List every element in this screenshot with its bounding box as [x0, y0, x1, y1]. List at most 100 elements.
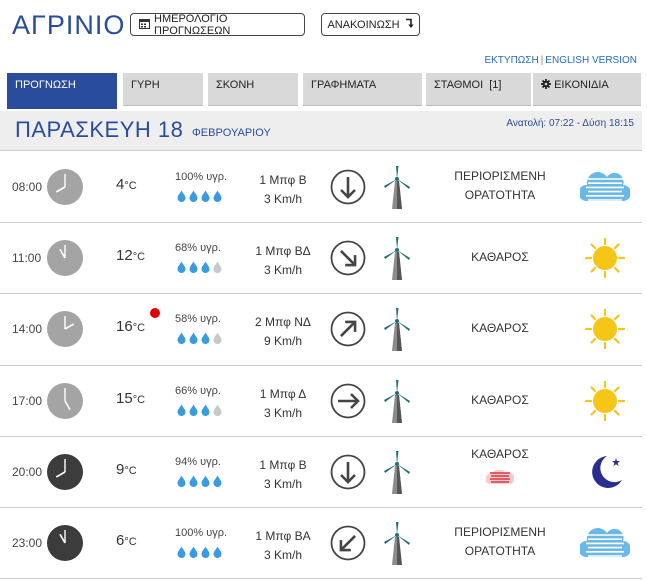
- tab-bar: ΠΡΟΓΝΩΣΗ ΓΥΡΗ ΣΚΟΝΗ ΓΡΑΦΗΜΑΤΑ ΣΤΑΘΜΟΙ [1…: [0, 73, 647, 109]
- wind-info: 1 Μπφ ΒΑ 3 Km/h: [248, 527, 318, 565]
- humidity-drop-icon: [213, 260, 222, 278]
- fog-icon: [578, 523, 631, 563]
- clock-icon: [47, 169, 83, 205]
- humidity: 58% υγρ.: [175, 313, 221, 326]
- clock-icon: [47, 382, 83, 419]
- humidity-drop-icon: [189, 260, 198, 278]
- forecast-time: 20:00: [12, 464, 43, 479]
- wind-beaufort: 2 Μπφ ΝΔ: [255, 315, 311, 330]
- temperature: 15°C: [116, 389, 146, 407]
- announcement-button[interactable]: ΑΝΑΚΟΙΝΩΣΗ: [321, 13, 420, 36]
- wind-beaufort: 1 Μπφ Β: [259, 173, 307, 187]
- city-title: ΑΓΡΙΝΙΟ: [12, 10, 126, 40]
- humidity: 100% υγρ.: [175, 526, 228, 539]
- clock-icon: [47, 524, 83, 561]
- clock-icon: [47, 453, 83, 490]
- condition-text: ΚΑΘΑΡΟΣ: [445, 319, 555, 338]
- day-header: ΠΑΡΑΣΚΕΥΗ 18 ΦΕΒΡΟΥΑΡΙΟΥ Ανατολή: 07:22 …: [0, 111, 642, 151]
- forecast-calendar-button[interactable]: ΗΜΕΡΟΛΟΓΙΟ ΠΡΟΓΝΩΣΕΩΝ: [130, 13, 305, 37]
- day-title: ΠΑΡΑΣΚΕΥΗ 18: [15, 117, 184, 142]
- humidity-drop-icon: [189, 403, 198, 421]
- sun-icon: [580, 380, 630, 421]
- tab-pollen[interactable]: ΓΥΡΗ: [123, 73, 203, 106]
- humidity-drop-icon: [177, 189, 186, 207]
- humidity-drop-icon: [177, 331, 186, 349]
- wind-speed: 3 Km/h: [263, 405, 302, 420]
- wind-speed: 9 Km/h: [263, 334, 302, 349]
- tab-forecast-label: ΠΡΟΓΝΩΣΗ: [15, 79, 76, 91]
- wind-speed: 3 Km/h: [263, 476, 302, 491]
- humidity-drop-icon: [177, 545, 186, 563]
- humidity-drop-icon: [189, 189, 198, 207]
- forecast-time: 23:00: [12, 535, 43, 550]
- forecast-row: 17:00 15°C 66% υγρ. 1 Μπφ Δ 3 Km/h ΚΑΘΑΡΟ…: [0, 366, 642, 437]
- haze-icon: [445, 469, 555, 492]
- wind-direction-arrow-icon: [330, 240, 366, 276]
- humidity: 94% υγρ.: [175, 455, 221, 468]
- humidity: 68% υγρ.: [175, 242, 221, 255]
- turn-arrow-icon: [404, 18, 414, 32]
- humidity-drop-icon: [177, 260, 186, 278]
- day-month: ΦΕΒΡΟΥΑΡΙΟΥ: [192, 127, 271, 139]
- condition-line: ΟΡΑΤΟΤΗΤΑ: [464, 188, 536, 202]
- tab-stations-label: ΣΤΑΘΜΟΙ [1]: [434, 79, 502, 91]
- wind-turbine-icon: [380, 450, 414, 496]
- moon-icon: [580, 452, 630, 492]
- humidity-drop-icon: [213, 331, 222, 349]
- forecast-list: 08:00 4°C 100% υγρ. 1 Μπφ Β 3 Km/h ΠΕΡΙΟΡ…: [0, 152, 642, 580]
- tab-pollen-label: ΓΥΡΗ: [131, 79, 160, 91]
- wind-turbine-icon: [380, 165, 414, 211]
- wind-beaufort: 1 Μπφ ΒΔ: [255, 244, 311, 259]
- humidity-drop-icon: [189, 474, 198, 492]
- temperature: 9°C: [116, 460, 137, 478]
- wind-direction-arrow-icon: [330, 169, 366, 205]
- wind-info: 1 Μπφ Β 3 Km/h: [248, 456, 318, 494]
- tab-charts[interactable]: ΓΡΑΦΗΜΑΤΑ: [303, 73, 422, 106]
- sun-icon: [580, 309, 630, 350]
- wind-info: 1 Μπφ Β 3 Km/h: [248, 171, 318, 209]
- wind-turbine-icon: [380, 236, 414, 282]
- humidity-drops: [177, 474, 222, 492]
- forecast-row: 23:00 6°C 100% υγρ. 1 Μπφ ΒΑ 3 Km/h ΠΕΡΙΟ…: [0, 508, 642, 580]
- condition-text: ΚΑΘΑΡΟΣ: [445, 445, 555, 492]
- tab-stations[interactable]: ΣΤΑΘΜΟΙ [1]: [426, 73, 531, 106]
- tab-dust[interactable]: ΣΚΟΝΗ: [208, 73, 298, 106]
- humidity-drop-icon: [201, 545, 210, 563]
- print-link[interactable]: ΕΚΤΥΠΩΣΗ: [484, 55, 538, 66]
- humidity-drop-icon: [201, 331, 210, 349]
- tab-icons[interactable]: ΕΙΚΟΝΙΔΙΑ: [533, 73, 641, 106]
- wind-direction-arrow-icon: [330, 454, 366, 490]
- english-version-link[interactable]: ENGLISH VERSION: [545, 55, 637, 66]
- wind-direction-arrow-icon: [330, 525, 366, 561]
- clock-icon: [47, 311, 83, 348]
- humidity: 66% υγρ.: [175, 384, 221, 397]
- wind-beaufort: 1 Μπφ Δ: [259, 386, 307, 401]
- wind-beaufort: 1 Μπφ ΒΑ: [255, 528, 311, 543]
- humidity-drop-icon: [201, 189, 210, 207]
- humidity-drop-icon: [213, 189, 222, 207]
- condition-line: ΚΑΘΑΡΟΣ: [471, 321, 529, 336]
- condition-text: ΠΕΡΙΟΡΙΣΜΕΝΗ ΟΡΑΤΟΤΗΤΑ: [445, 523, 555, 561]
- tab-dust-label: ΣΚΟΝΗ: [216, 79, 255, 91]
- forecast-row: 08:00 4°C 100% υγρ. 1 Μπφ Β 3 Km/h ΠΕΡΙΟΡ…: [0, 152, 642, 224]
- condition-line: ΚΑΘΑΡΟΣ: [471, 446, 529, 461]
- announcement-label: ΑΝΑΚΟΙΝΩΣΗ: [327, 18, 400, 31]
- clock-icon: [47, 240, 83, 277]
- humidity-drop-icon: [201, 260, 210, 278]
- condition-line: ΚΑΘΑΡΟΣ: [471, 392, 529, 407]
- condition-line: ΠΕΡΙΟΡΙΣΜΕΝΗ: [454, 524, 546, 539]
- wind-direction-arrow-icon: [330, 383, 366, 419]
- wind-turbine-icon: [380, 521, 414, 567]
- gear-icon: [541, 79, 554, 91]
- wind-speed: 3 Km/h: [263, 547, 302, 562]
- top-links: ΕΚΤΥΠΩΣΗ | ENGLISH VERSION: [484, 55, 637, 66]
- tab-forecast[interactable]: ΠΡΟΓΝΩΣΗ: [7, 73, 117, 109]
- wind-turbine-icon: [380, 307, 414, 353]
- forecast-time: 14:00: [12, 322, 43, 337]
- wind-direction-arrow-icon: [330, 311, 366, 347]
- sunrise-sunset: Ανατολή: 07:22 - Δύση 18:15: [506, 118, 634, 129]
- condition-text: ΠΕΡΙΟΡΙΣΜΕΝΗ ΟΡΑΤΟΤΗΤΑ: [445, 167, 555, 205]
- condition-text: ΚΑΘΑΡΟΣ: [445, 391, 555, 410]
- humidity: 100% υγρ.: [175, 171, 228, 183]
- humidity-drops: [177, 189, 222, 207]
